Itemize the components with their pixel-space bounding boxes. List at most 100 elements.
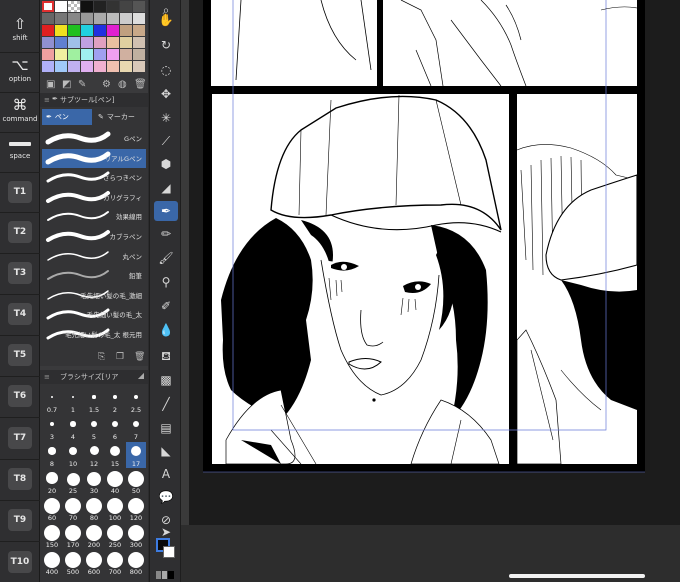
- color-swatch[interactable]: [68, 25, 80, 36]
- brush-size-option[interactable]: 1.5: [84, 388, 104, 414]
- brush-size-option[interactable]: 25: [63, 469, 83, 495]
- rotate-icon[interactable]: ↻: [154, 35, 178, 55]
- move-icon[interactable]: ✥: [154, 84, 178, 104]
- blend-icon[interactable]: 💧: [154, 320, 178, 340]
- tkey-9[interactable]: T9: [8, 509, 32, 531]
- brush-size-option[interactable]: 30: [84, 469, 104, 495]
- gradient-icon[interactable]: ▩: [154, 370, 178, 390]
- subtool-item[interactable]: 効果線用: [42, 207, 146, 226]
- option-key[interactable]: ⌥ option: [0, 57, 40, 83]
- brush-size-option[interactable]: 0.7: [42, 388, 62, 414]
- color-swatch[interactable]: [68, 49, 80, 60]
- figure-icon[interactable]: ╱: [154, 394, 178, 414]
- subtool-item[interactable]: Gペン: [42, 129, 146, 148]
- hand-icon[interactable]: ✋: [154, 10, 178, 30]
- color-swatch[interactable]: [120, 37, 132, 48]
- color-swatch[interactable]: [94, 61, 106, 72]
- tkey-5[interactable]: T5: [8, 344, 32, 366]
- color-swatch[interactable]: [42, 49, 54, 60]
- pencil-icon[interactable]: ✏: [154, 224, 178, 244]
- color-swatch[interactable]: [120, 13, 132, 24]
- brush-size-option[interactable]: 12: [84, 442, 104, 468]
- brush-size-option[interactable]: 600: [84, 550, 104, 576]
- brush-size-option[interactable]: 10: [63, 442, 83, 468]
- color-swatch[interactable]: [107, 37, 119, 48]
- color-swatch[interactable]: [81, 25, 93, 36]
- brush-size-option[interactable]: 8: [42, 442, 62, 468]
- color-swatch[interactable]: [81, 37, 93, 48]
- color-swatch[interactable]: [55, 61, 67, 72]
- balloon-icon[interactable]: 💬: [154, 487, 178, 507]
- color-swatch[interactable]: [94, 49, 106, 60]
- color-swatch[interactable]: [68, 37, 80, 48]
- trash-icon[interactable]: 🗑: [134, 352, 145, 362]
- brush-size-option[interactable]: 80: [84, 496, 104, 522]
- color-swatch[interactable]: [55, 49, 67, 60]
- color-swatch[interactable]: [81, 1, 93, 12]
- color-swatch[interactable]: [133, 1, 145, 12]
- color-swatch[interactable]: [107, 25, 119, 36]
- color-swatch[interactable]: [55, 37, 67, 48]
- color-swatch[interactable]: [81, 49, 93, 60]
- tkey-1[interactable]: T1: [8, 181, 32, 203]
- color-swatch[interactable]: [94, 13, 106, 24]
- color-swatch[interactable]: [133, 25, 145, 36]
- copy-subtool-icon[interactable]: ❐: [116, 352, 124, 362]
- brush-icon[interactable]: 🖌: [154, 248, 178, 268]
- color-swatch[interactable]: [68, 61, 80, 72]
- brush-size-option[interactable]: 2: [105, 388, 125, 414]
- color-swatch[interactable]: [107, 61, 119, 72]
- brush-size-option[interactable]: 40: [105, 469, 125, 495]
- settings-icon[interactable]: ⚙: [102, 79, 111, 90]
- color-swatch[interactable]: [107, 49, 119, 60]
- brush-size-option[interactable]: 5: [84, 415, 104, 441]
- shift-key[interactable]: ⇧ shift: [0, 16, 40, 42]
- subtool-item[interactable]: 鉛筆: [42, 266, 146, 285]
- fill-drop-icon[interactable]: ◍: [118, 79, 127, 90]
- color-swatch[interactable]: [42, 13, 54, 24]
- brush-size-option[interactable]: 100: [105, 496, 125, 522]
- subtool-item[interactable]: リアルGペン: [42, 148, 146, 168]
- brush-size-option[interactable]: 4: [63, 415, 83, 441]
- color-swatch-transparent[interactable]: [68, 1, 80, 12]
- color-swatch[interactable]: [55, 1, 67, 12]
- subtool-item[interactable]: 丸ペン: [42, 247, 146, 266]
- brush-size-option[interactable]: 200: [84, 523, 104, 549]
- color-swatch[interactable]: [68, 13, 80, 24]
- color-swatch[interactable]: [107, 1, 119, 12]
- brush-size-option[interactable]: 17: [126, 442, 146, 468]
- eraser-icon[interactable]: ⬢: [154, 154, 178, 174]
- brush-size-option[interactable]: 150: [42, 523, 62, 549]
- eyedropper-icon[interactable]: ⟋: [154, 131, 178, 151]
- triangle-tool-icon[interactable]: ◢: [154, 178, 178, 198]
- brush-size-option[interactable]: 500: [63, 550, 83, 576]
- brush-size-option[interactable]: 20: [42, 469, 62, 495]
- color-swatch[interactable]: [42, 25, 54, 36]
- color-swatch[interactable]: [133, 13, 145, 24]
- color-swatch[interactable]: [94, 1, 106, 12]
- brush-size-option[interactable]: 6: [105, 415, 125, 441]
- space-key[interactable]: space: [0, 142, 40, 160]
- tkey-8[interactable]: T8: [8, 468, 32, 490]
- brush-size-option[interactable]: 700: [105, 550, 125, 576]
- tkey-7[interactable]: T7: [8, 427, 32, 449]
- replace-color-icon[interactable]: ◩: [62, 79, 71, 90]
- panel-menu-icon[interactable]: ◢: [138, 371, 144, 380]
- color-swatch[interactable]: [42, 37, 54, 48]
- color-swatch[interactable]: [133, 61, 145, 72]
- grip-icon[interactable]: ≡: [44, 96, 50, 104]
- brush-size-option[interactable]: 1: [63, 388, 83, 414]
- ruler-icon[interactable]: ◣: [154, 441, 178, 461]
- brush-size-option[interactable]: 3: [42, 415, 62, 441]
- subtool-item[interactable]: 毛先細い髪の毛_太: [42, 305, 146, 324]
- brush-size-option[interactable]: 400: [42, 550, 62, 576]
- subtool-item[interactable]: 毛先細い髪の毛_太 根元用: [42, 325, 146, 344]
- trash-icon[interactable]: 🗑: [134, 79, 147, 90]
- color-swatch[interactable]: [120, 1, 132, 12]
- brush-size-option[interactable]: 170: [63, 523, 83, 549]
- brush-size-option[interactable]: 15: [105, 442, 125, 468]
- color-swatch[interactable]: [107, 13, 119, 24]
- lasso-icon[interactable]: ◌: [154, 60, 178, 80]
- manga-page-canvas[interactable]: [181, 0, 680, 582]
- brush-size-option[interactable]: 800: [126, 550, 146, 576]
